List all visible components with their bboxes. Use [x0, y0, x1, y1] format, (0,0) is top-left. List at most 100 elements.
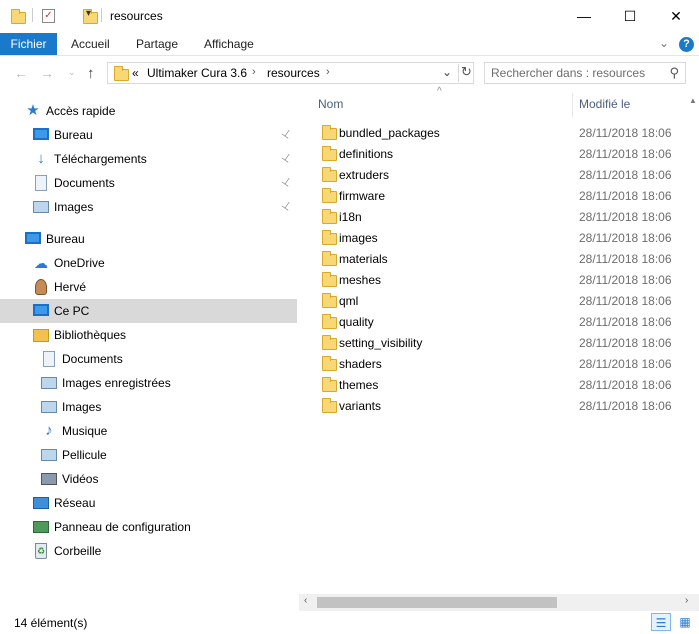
music-icon: ♪ — [45, 422, 53, 439]
column-header-name[interactable]: ^ Nom — [299, 86, 572, 118]
file-row[interactable]: qml 28/11/2018 18:06 — [299, 290, 689, 311]
file-modified: 28/11/2018 18:06 — [579, 399, 672, 413]
nav-item-label: Téléchargements — [54, 152, 147, 166]
nav-item-label: Images — [62, 400, 102, 414]
nav-item[interactable]: Documents — [0, 347, 297, 371]
nav-item[interactable]: Hervé — [0, 275, 297, 299]
nav-item[interactable]: Pellicule — [0, 443, 297, 467]
file-row[interactable]: meshes 28/11/2018 18:06 — [299, 269, 689, 290]
chevron-down-icon[interactable]: ⌄ — [442, 65, 452, 79]
libraries-icon — [33, 329, 49, 342]
file-row[interactable]: definitions 28/11/2018 18:06 — [299, 143, 689, 164]
large-icons-view-icon[interactable]: ▦ — [675, 613, 695, 631]
chevron-right-icon[interactable]: › — [252, 66, 256, 78]
pin-icon: ⊥ — [279, 198, 294, 214]
file-row[interactable]: variants 28/11/2018 18:06 — [299, 395, 689, 416]
recent-locations-icon[interactable]: ⌄ — [68, 67, 76, 78]
nav-item[interactable]: Réseau — [0, 491, 297, 515]
properties-icon[interactable]: ✓ — [42, 9, 55, 23]
pin-icon: ⊥ — [279, 174, 294, 190]
folder-icon — [322, 146, 337, 161]
refresh-icon[interactable]: ↻ — [458, 64, 474, 82]
nav-item[interactable]: Panneau de configuration — [0, 515, 297, 539]
toolbar-divider — [32, 8, 33, 22]
cloud-icon: ☁ — [34, 255, 48, 271]
nav-item[interactable]: Images ⊥ — [0, 195, 297, 219]
file-row[interactable]: firmware 28/11/2018 18:06 — [299, 185, 689, 206]
search-box[interactable]: ⚲ — [484, 62, 686, 84]
search-icon[interactable]: ⚲ — [669, 65, 679, 81]
nav-item-label: Hervé — [54, 280, 87, 294]
file-row[interactable]: materials 28/11/2018 18:06 — [299, 248, 689, 269]
file-row[interactable]: images 28/11/2018 18:06 — [299, 227, 689, 248]
help-icon[interactable]: ? — [679, 37, 694, 52]
close-button[interactable]: ✕ — [653, 0, 699, 32]
scroll-left-icon[interactable]: ‹ — [304, 595, 307, 606]
file-row[interactable]: i18n 28/11/2018 18:06 — [299, 206, 689, 227]
title-divider — [101, 8, 102, 22]
back-arrow-icon[interactable]: ← — [14, 65, 28, 81]
nav-item-label: OneDrive — [54, 256, 105, 270]
tab-fichier[interactable]: Fichier — [0, 33, 57, 55]
maximize-button[interactable]: ☐ — [607, 0, 653, 32]
breadcrumb-resources[interactable]: resources — [267, 66, 320, 80]
scrollbar-thumb[interactable] — [317, 597, 557, 608]
nav-item[interactable]: Images enregistrées — [0, 371, 297, 395]
folder-icon — [322, 251, 337, 266]
file-name: meshes — [339, 273, 382, 287]
title-bar: ✓ ▾ resources — ☐ ✕ — [0, 0, 699, 33]
file-row[interactable]: shaders 28/11/2018 18:06 — [299, 353, 689, 374]
customize-toolbar-icon[interactable]: ▾ — [86, 8, 91, 26]
user-icon — [35, 279, 47, 295]
item-count: 14 élément(s) — [14, 616, 88, 630]
nav-item[interactable]: Bibliothèques — [0, 323, 297, 347]
scroll-up-icon[interactable]: ▲ — [689, 96, 697, 105]
nav-item[interactable]: Documents ⊥ — [0, 171, 297, 195]
scroll-right-icon[interactable]: › — [685, 595, 688, 606]
file-row[interactable]: bundled_packages 28/11/2018 18:06 — [299, 122, 689, 143]
nav-item[interactable]: Bureau — [0, 227, 297, 251]
forward-arrow-icon[interactable]: → — [40, 65, 54, 81]
nav-item[interactable]: Images — [0, 395, 297, 419]
address-bar[interactable]: « Ultimaker Cura 3.6 › resources › ⌄ ↻ — [107, 62, 474, 84]
file-modified: 28/11/2018 18:06 — [579, 210, 672, 224]
column-header-modified[interactable]: Modifié le — [573, 90, 689, 118]
file-name: bundled_packages — [339, 126, 440, 140]
nav-item-label: Images — [54, 200, 94, 214]
recycle-bin-icon: ♻ — [35, 543, 47, 559]
nav-item[interactable]: Ce PC — [0, 299, 297, 323]
nav-item[interactable]: Vidéos — [0, 467, 297, 491]
details-view-icon[interactable]: ☰ — [651, 613, 671, 631]
address-overflow[interactable]: « — [132, 66, 139, 80]
tab-partage[interactable]: Partage — [136, 33, 178, 55]
file-name: themes — [339, 378, 379, 392]
tab-affichage[interactable]: Affichage — [204, 33, 254, 55]
up-arrow-icon[interactable]: ↑ — [87, 65, 95, 82]
download-icon: ↓ — [37, 150, 45, 167]
file-row[interactable]: quality 28/11/2018 18:06 — [299, 311, 689, 332]
nav-item[interactable]: ♻ Corbeille — [0, 539, 297, 563]
horizontal-scrollbar[interactable]: ‹ › — [299, 594, 699, 611]
ribbon-expand-icon[interactable]: ⌄ — [659, 36, 669, 50]
nav-item-label: Accès rapide — [46, 104, 116, 118]
document-icon — [43, 351, 55, 367]
nav-item[interactable]: ★ Accès rapide — [0, 99, 297, 123]
file-name: extruders — [339, 168, 390, 182]
file-row[interactable]: extruders 28/11/2018 18:06 — [299, 164, 689, 185]
nav-item[interactable]: Bureau ⊥ — [0, 123, 297, 147]
minimize-button[interactable]: — — [561, 0, 607, 32]
nav-item[interactable]: ☁ OneDrive — [0, 251, 297, 275]
column-modified-label: Modifié le — [579, 97, 631, 111]
chevron-right-icon[interactable]: › — [326, 66, 330, 78]
nav-item[interactable]: ↓ Téléchargements ⊥ — [0, 147, 297, 171]
search-input[interactable] — [491, 65, 661, 81]
document-icon — [35, 175, 47, 191]
breadcrumb-ultimaker-cura[interactable]: Ultimaker Cura 3.6 — [147, 66, 247, 80]
nav-item[interactable]: ♪ Musique — [0, 419, 297, 443]
file-row[interactable]: setting_visibility 28/11/2018 18:06 — [299, 332, 689, 353]
folder-icon — [322, 272, 337, 287]
nav-item-label: Images enregistrées — [62, 376, 171, 390]
folder-icon — [322, 314, 337, 329]
file-row[interactable]: themes 28/11/2018 18:06 — [299, 374, 689, 395]
tab-accueil[interactable]: Accueil — [71, 33, 110, 55]
